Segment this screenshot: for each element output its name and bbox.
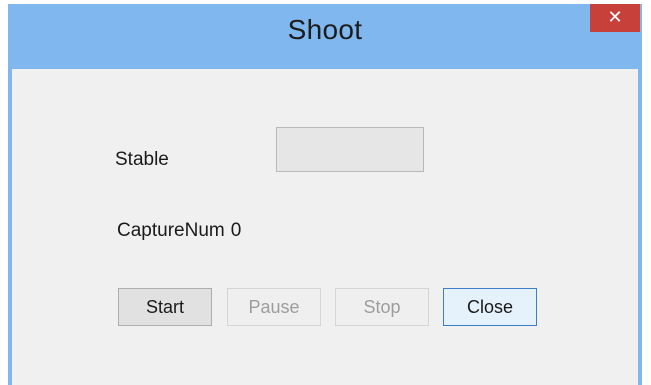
- capture-num-value: 0: [230, 220, 242, 241]
- close-icon[interactable]: ✕: [590, 4, 640, 32]
- title-bar[interactable]: Shoot ✕: [8, 4, 642, 68]
- shoot-dialog-window: Shoot ✕ Stable CaptureNum 0 Start Pause S…: [8, 4, 642, 385]
- capture-num-label: CaptureNum: [117, 220, 225, 241]
- stop-button[interactable]: Stop: [335, 288, 429, 326]
- dialog-client-area: Stable CaptureNum 0 Start Pause Stop Clos…: [12, 69, 638, 385]
- stable-field[interactable]: [276, 127, 424, 172]
- pause-button[interactable]: Pause: [227, 288, 321, 326]
- start-button[interactable]: Start: [118, 288, 212, 326]
- window-title: Shoot: [287, 14, 363, 45]
- close-button[interactable]: Close: [443, 288, 537, 326]
- stable-label: Stable: [115, 149, 169, 170]
- capture-num-row: CaptureNum 0: [117, 220, 247, 242]
